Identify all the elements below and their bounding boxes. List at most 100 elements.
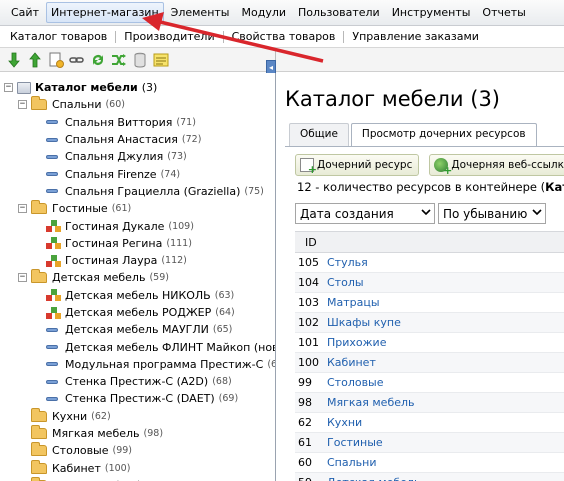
tree-root[interactable]: − Каталог мебели (3) (0, 79, 275, 96)
tree-folder[interactable]: Мягкая мебель (98) (0, 425, 275, 442)
resource-tree: − Каталог мебели (3) − Спальни (60) Спальня… (0, 73, 276, 481)
tree-folder[interactable]: Кухни (62) (0, 407, 275, 425)
sort-order-select[interactable]: По убыванию (438, 203, 546, 224)
add-child-weblink-button[interactable]: Дочерняя веб-ссылка (429, 154, 564, 177)
tree-item-label: Стенка Престиж-С (A2D) (65, 375, 209, 389)
column-header-id[interactable]: ID (305, 236, 317, 249)
menu-tools[interactable]: Инструменты (387, 2, 476, 23)
document-icon (46, 120, 58, 125)
submenu-bar: Каталог товаров Производители Свойства т… (0, 26, 564, 48)
menu-site[interactable]: Сайт (6, 2, 44, 23)
refresh-icon[interactable] (90, 52, 106, 68)
shuffle-icon[interactable] (111, 52, 127, 68)
tree-item[interactable]: Спальня Джулия (73) (0, 148, 275, 165)
tree-children: − Спальни (60) Спальня Виттория (71) Спальня … (0, 96, 275, 481)
table-row[interactable]: 60 Спальни (295, 453, 564, 473)
cell-name-link[interactable]: Столы (327, 276, 364, 289)
collapse-toggle-icon[interactable]: − (18, 100, 27, 110)
table-row[interactable]: 59Детская мебель (295, 473, 564, 481)
cell-name-link[interactable]: Кухни (327, 416, 362, 429)
cell-name-link[interactable]: Прихожие (327, 336, 386, 349)
product-cubes-icon (46, 219, 62, 233)
collapse-panel-icon[interactable]: ◂ (266, 60, 276, 74)
menu-users[interactable]: Пользователи (293, 2, 385, 23)
new-document-icon[interactable] (48, 52, 64, 68)
tree-item-count: (69) (218, 393, 239, 405)
table-row[interactable]: 104 Столы (295, 273, 564, 293)
table-row[interactable]: 61 Гостиные (295, 433, 564, 453)
menu-reports[interactable]: Отчеты (477, 2, 530, 23)
tree-item[interactable]: Спальня Firenze (74) (0, 165, 275, 182)
cell-id: 62 (298, 416, 312, 429)
tab-general[interactable]: Общие (289, 123, 349, 147)
arrow-up-icon[interactable] (27, 51, 43, 68)
submenu-product-catalog[interactable]: Каталог товаров (6, 30, 111, 43)
tree-item[interactable]: Гостиная Лаура (112) (0, 252, 275, 269)
tree-folder[interactable]: Столовые (99) (0, 442, 275, 459)
tree-item-count: (98) (143, 428, 164, 440)
folder-icon (31, 200, 47, 215)
cell-name-link[interactable]: Кабинет (327, 356, 376, 369)
tree-item[interactable]: Гостиная Дукале (109) (0, 217, 275, 234)
tree-item[interactable]: Стенка Престиж-С (DAET) (69) (0, 390, 275, 407)
tree-folder[interactable]: − Спальни (60) (0, 96, 275, 113)
table-row[interactable]: 99 Столовые (295, 373, 564, 393)
tree-item[interactable]: Спальня Грациелла (Graziella) (75) (0, 183, 275, 200)
tree-folder[interactable]: Прихожие(101) (0, 476, 275, 481)
cell-name-link[interactable]: Столовые (327, 376, 384, 389)
cell-name-link[interactable]: Детская мебель (327, 476, 420, 481)
table-row[interactable]: 100 Кабинет (295, 353, 564, 373)
submenu-manufacturers[interactable]: Производители (120, 30, 218, 43)
tree-item-label: Спальня Виттория (65, 115, 173, 129)
link-icon[interactable] (68, 52, 85, 68)
tree-item[interactable]: Модульная программа Престиж-С(67) (0, 356, 275, 373)
add-child-resource-button[interactable]: Дочерний ресурс (295, 154, 420, 176)
tree-item[interactable]: Детская мебель ФЛИНТ Майкоп (новый)(66) (0, 338, 275, 355)
menu-elements[interactable]: Элементы (166, 2, 235, 23)
cell-name-link[interactable]: Стулья (327, 256, 368, 269)
table-row[interactable]: 103 Матрацы (295, 293, 564, 313)
product-cubes-icon (46, 306, 62, 320)
arrow-down-icon[interactable] (6, 52, 22, 68)
menu-modules[interactable]: Модули (237, 2, 292, 23)
table-row[interactable]: 62 Кухни (295, 413, 564, 433)
tree-item[interactable]: Детская мебель МАУГЛИ (65) (0, 321, 275, 338)
tab-child-resources[interactable]: Просмотр дочерних ресурсов (350, 123, 537, 147)
trash-icon[interactable] (132, 52, 148, 68)
table-row[interactable]: 105 Стулья (295, 253, 564, 273)
table-row[interactable]: 101 Прихожие (295, 333, 564, 353)
cell-name-link[interactable]: Гостиные (327, 436, 383, 449)
collapse-toggle-icon[interactable]: − (4, 83, 13, 93)
tree-folder[interactable]: − Детская мебель (59) (0, 269, 275, 286)
submenu-product-properties[interactable]: Свойства товаров (228, 30, 340, 43)
resource-count-text: 12 - количество ресурсов в контейнере ( (297, 180, 546, 194)
notes-icon[interactable] (153, 52, 169, 68)
cell-id: 61 (298, 436, 312, 449)
menu-online-store[interactable]: Интернет-магазин (45, 2, 164, 23)
cell-name-link[interactable]: Матрацы (327, 296, 380, 309)
tree-item[interactable]: Спальня Виттория (71) (0, 114, 275, 131)
tree-item-count: (64) (215, 307, 235, 318)
document-icon (46, 172, 58, 177)
tree-item[interactable]: Спальня Анастасия (72) (0, 131, 275, 148)
tree-item[interactable]: Стенка Престиж-С (A2D) (68) (0, 373, 275, 390)
tree-folder[interactable]: Кабинет (100) (0, 459, 275, 477)
table-row[interactable]: 98 Мягкая мебель (295, 393, 564, 413)
cell-name-link[interactable]: Спальни (327, 456, 376, 469)
tree-item[interactable]: Детская мебель НИКОЛЬ (63) (0, 287, 275, 304)
table-row[interactable]: 102 Шкафы купе (295, 313, 564, 333)
collapse-toggle-icon[interactable]: − (18, 204, 27, 214)
folder-icon (31, 96, 47, 111)
tree-item[interactable]: Детская мебель РОДЖЕР (64) (0, 304, 275, 321)
cell-name-link[interactable]: Шкафы купе (327, 316, 401, 329)
tree-folder[interactable]: − Гостиные (61) (0, 200, 275, 217)
sort-field-select[interactable]: Дата создания (295, 203, 435, 224)
tree-item[interactable]: Гостиная Регина (111) (0, 235, 275, 252)
submenu-divider (343, 30, 345, 43)
tree-item-count: (59) (149, 272, 169, 284)
collapse-toggle-icon[interactable]: − (18, 273, 27, 283)
tree-item-label: Модульная программа Престиж-С (65, 357, 264, 371)
submenu-order-management[interactable]: Управление заказами (348, 30, 483, 43)
cell-name-link[interactable]: Мягкая мебель (327, 396, 415, 409)
table-body: 105 Стулья 104 Столы 103 Матрацы 102 Шкафы купе… (295, 253, 564, 481)
